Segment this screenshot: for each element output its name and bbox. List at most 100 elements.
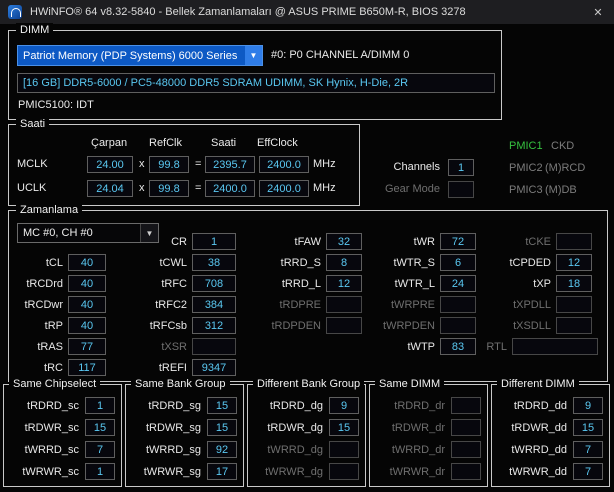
timing-trrd-l: tRRD_L 12 xyxy=(267,275,362,292)
dimm-group-label: DIMM xyxy=(16,23,54,37)
mclk-label: MCLK xyxy=(17,158,48,170)
turnaround-row: tRDRD_dg 9 xyxy=(252,397,359,414)
timing-trdpre: tRDPRE xyxy=(267,296,362,313)
timing-trfc: tRFC 708 xyxy=(137,275,236,292)
timing-txsdll: tXSDLL xyxy=(497,317,592,334)
group-title: Different Bank Group xyxy=(253,377,365,391)
uclk-equals: = xyxy=(195,182,202,194)
group-title: Same Bank Group xyxy=(131,377,230,391)
header-clock: Saati xyxy=(211,137,237,149)
uclk-refclk[interactable]: 99.8 xyxy=(149,180,189,197)
turnaround-row: tWRRD_dg xyxy=(252,441,359,458)
timings-group-label: Zamanlama xyxy=(16,203,83,217)
timing-trp: tRP 40 xyxy=(15,317,106,334)
mclk-effclock[interactable]: 2400.0 xyxy=(259,156,309,173)
clock-group-label: Saati xyxy=(16,117,50,131)
gear-mode-value[interactable] xyxy=(448,181,474,198)
pmic2-label: PMIC2 xyxy=(509,162,543,174)
turnaround-row: tRDWR_dg 15 xyxy=(252,419,359,436)
group-different-bank-group: Different Bank Group tRDRD_dg 9 tRDWR_dg 1… xyxy=(247,377,366,487)
pmic-label: PMIC5100: IDT xyxy=(18,99,94,111)
mclk-times: x xyxy=(139,158,145,170)
timing-tras: tRAS 77 xyxy=(15,338,106,355)
pmic1-value: CKD xyxy=(551,140,575,152)
header-effclock: EffClock xyxy=(257,137,298,149)
timing-trdpden: tRDPDEN xyxy=(267,317,362,334)
dimm-group: DIMM Patriot Memory (PDP Systems) 6000 S… xyxy=(8,23,502,120)
turnaround-row: tRDWR_sc 15 xyxy=(8,419,115,436)
group-different-dimm: Different DIMM tRDRD_dd 9 tRDWR_dd 15 tWRR… xyxy=(491,377,610,487)
pmic1-label: PMIC1 xyxy=(509,140,543,152)
timing-trfc2: tRFC2 384 xyxy=(137,296,236,313)
mclk-unit: MHz xyxy=(313,158,336,170)
turnaround-row: tWRRD_sg 92 xyxy=(130,441,237,458)
group-title: Same Chipselect xyxy=(9,377,101,391)
turnaround-row: tRDWR_sg 15 xyxy=(130,419,237,436)
turnaround-row: tWRWR_dd 7 xyxy=(496,463,603,480)
uclk-unit: MHz xyxy=(313,182,336,194)
gear-mode-label: Gear Mode xyxy=(384,183,440,195)
app-icon xyxy=(8,5,22,19)
timing-twrpden: tWRPDEN xyxy=(381,317,476,334)
turnaround-row: tRDRD_dd 9 xyxy=(496,397,603,414)
dimm-slot-label: #0: P0 CHANNEL A/DIMM 0 xyxy=(271,49,410,61)
clock-group: Saati Çarpan RefClk Saati EffClock MCLK … xyxy=(8,117,360,206)
uclk-effclock[interactable]: 2400.0 xyxy=(259,180,309,197)
timing-tfaw: tFAW 32 xyxy=(267,233,362,250)
timing-trfcsb: tRFCsb 312 xyxy=(137,317,236,334)
timing-trrd-s: tRRD_S 8 xyxy=(267,254,362,271)
mclk-multiplier[interactable]: 24.00 xyxy=(87,156,133,173)
turnaround-row: tWRRD_dd 7 xyxy=(496,441,603,458)
turnaround-row: tWRWR_sc 1 xyxy=(8,463,115,480)
group-title: Same DIMM xyxy=(375,377,445,391)
turnaround-row: tWRWR_dg xyxy=(252,463,359,480)
mclk-clock[interactable]: 2395.7 xyxy=(205,156,255,173)
chevron-down-icon[interactable]: ▼ xyxy=(245,46,262,65)
timing-tcke: tCKE xyxy=(497,233,592,250)
titlebar[interactable]: HWiNFO® 64 v8.32-5840 - Bellek Zamanlama… xyxy=(0,0,614,24)
pmic3-label: PMIC3 xyxy=(509,184,543,196)
pmic3-value: (M)DB xyxy=(545,184,577,196)
timing-tcpded: tCPDED 12 xyxy=(497,254,592,271)
turnaround-row: tWRRD_sc 7 xyxy=(8,441,115,458)
group-same-chipselect: Same Chipselect tRDRD_sc 1 tRDWR_sc 15 tWR… xyxy=(3,377,122,487)
timings-group: Zamanlama MC #0, CH #0 ▼ CR 1 tFAW 32 tWR 7… xyxy=(8,203,608,382)
group-same-bank-group: Same Bank Group tRDRD_sg 15 tRDWR_sg 15 tW… xyxy=(125,377,244,487)
hwinfo-memory-timings-window: HWiNFO® 64 v8.32-5840 - Bellek Zamanlama… xyxy=(0,0,614,492)
timing-trcdrd: tRCDrd 40 xyxy=(15,275,106,292)
mclk-refclk[interactable]: 99.8 xyxy=(149,156,189,173)
timing-txpdll: tXPDLL xyxy=(497,296,592,313)
timing-twtp: tWTP 83 xyxy=(381,338,476,355)
timing-tcwl: tCWL 38 xyxy=(137,254,236,271)
uclk-clock[interactable]: 2400.0 xyxy=(205,180,255,197)
pmic2-value: (M)RCD xyxy=(545,162,586,174)
timing-txsr: tXSR xyxy=(137,338,236,355)
group-title: Different DIMM xyxy=(497,377,579,391)
dimm-selector[interactable]: Patriot Memory (PDP Systems) 6000 Series… xyxy=(17,45,263,66)
timing-rtl: RTL xyxy=(483,338,598,355)
timing-txp: tXP 18 xyxy=(497,275,592,292)
turnaround-row: tWRWR_dr xyxy=(374,463,481,480)
module-description-field[interactable]: [16 GB] DDR5-6000 / PC5-48000 DDR5 SDRAM… xyxy=(17,73,495,93)
timing-twtr-s: tWTR_S 6 xyxy=(381,254,476,271)
uclk-multiplier[interactable]: 24.04 xyxy=(87,180,133,197)
timing-trefi: tREFI 9347 xyxy=(137,359,236,376)
timing-tcl: tCL 40 xyxy=(15,254,106,271)
turnaround-row: tRDRD_dr xyxy=(374,397,481,414)
close-icon[interactable]: ✕ xyxy=(588,3,608,21)
turnaround-row: tRDRD_sg 15 xyxy=(130,397,237,414)
channels-value[interactable]: 1 xyxy=(448,159,474,176)
header-multiplier: Çarpan xyxy=(91,137,128,149)
uclk-times: x xyxy=(139,182,145,194)
turnaround-row: tWRWR_sg 17 xyxy=(130,463,237,480)
timing-trcdwr: tRCDwr 40 xyxy=(15,296,106,313)
dimm-selector-value: Patriot Memory (PDP Systems) 6000 Series xyxy=(23,49,238,62)
uclk-label: UCLK xyxy=(17,182,47,194)
timing-trc: tRC 117 xyxy=(15,359,106,376)
turnaround-row: tRDRD_sc 1 xyxy=(8,397,115,414)
header-refclk: RefClk xyxy=(149,137,183,149)
turnaround-row: tWRRD_dr xyxy=(374,441,481,458)
channels-label: Channels xyxy=(393,161,440,173)
group-same-dimm: Same DIMM tRDRD_dr tRDWR_dr tWRRD_dr tWR… xyxy=(369,377,488,487)
window-title: HWiNFO® 64 v8.32-5840 - Bellek Zamanlama… xyxy=(30,6,466,18)
